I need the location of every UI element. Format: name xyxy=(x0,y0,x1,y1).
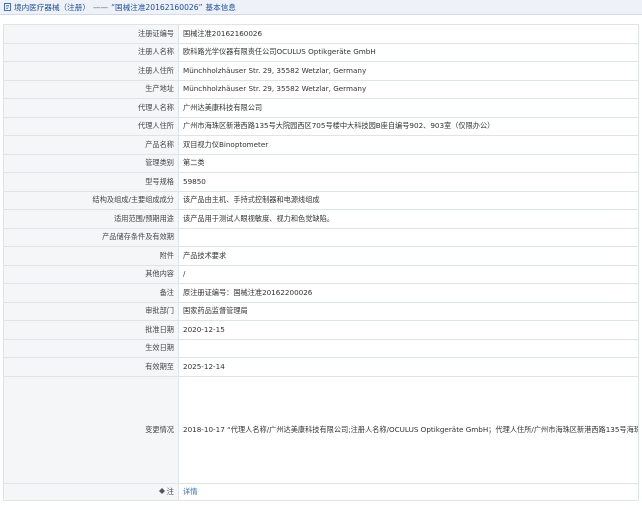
registration-detail-table: 注册证编号 国械注准20162160026 注册人名称 欧科路光学仪器有限责任公司OC… xyxy=(3,24,639,501)
document-icon xyxy=(4,3,11,11)
row-value: 第二类 xyxy=(178,153,639,173)
row-value: 产品技术要求 xyxy=(178,246,639,266)
table-row: 生效日期 xyxy=(3,338,639,358)
row-label: 产品名称 xyxy=(3,135,179,155)
table-row: 产品储存条件及有效期 xyxy=(3,227,639,247)
row-label: 审批部门 xyxy=(3,301,179,321)
page-title-separator: —— xyxy=(92,2,109,12)
row-value: 2020-12-15 xyxy=(178,320,639,340)
row-label: 附件 xyxy=(3,246,179,266)
row-label: 型号规格 xyxy=(3,172,179,192)
page-title-suffix: 基本信息 xyxy=(205,2,236,12)
row-value: 原注册证编号：国械注准20162200026 xyxy=(178,283,639,303)
row-label: 注册人名称 xyxy=(3,42,179,62)
row-label: 结构及组成/主要组成成分 xyxy=(3,190,179,210)
row-label-note: 注 xyxy=(3,482,179,501)
table-row-change-history: 变更情况 2018-10-17 “代理人名称/广州达美康科技有限公司;注册人名称… xyxy=(3,375,639,484)
diamond-note-icon xyxy=(158,487,165,494)
table-row: 审批部门 国家药品监督管理局 xyxy=(3,301,639,321)
row-label: 注册证编号 xyxy=(3,24,179,44)
row-label: 产品储存条件及有效期 xyxy=(3,227,179,247)
row-value-note: 详情 xyxy=(178,482,639,501)
table-row: 批准日期 2020-12-15 xyxy=(3,320,639,340)
row-value: Münchholzhäuser Str. 29, 35582 Wetzlar, … xyxy=(178,61,639,81)
page-title-registration-no: “国械注准20162160026” xyxy=(111,2,203,12)
row-label: 生效日期 xyxy=(3,338,179,358)
table-row-note: 注 详情 xyxy=(3,482,639,501)
row-label: 变更情况 xyxy=(3,375,179,484)
page-title-category: 境内医疗器械（注册） xyxy=(14,2,90,12)
table-row: 注册人住所 Münchholzhäuser Str. 29, 35582 Wetz… xyxy=(3,61,639,81)
table-row: 管理类别 第二类 xyxy=(3,153,639,173)
page-title-bar: 境内医疗器械（注册） —— “国械注准20162160026” 基本信息 xyxy=(0,0,642,15)
row-label: 备注 xyxy=(3,283,179,303)
table-row: 其他内容 / xyxy=(3,264,639,284)
row-label: 生产地址 xyxy=(3,79,179,99)
table-row: 型号规格 59850 xyxy=(3,172,639,192)
change-history-text: 2018-10-17 “代理人名称/广州达美康科技有限公司;注册人名称/OCUL… xyxy=(178,375,639,484)
table-row: 备注 原注册证编号：国械注准20162200026 xyxy=(3,283,639,303)
table-row: 有效期至 2025-12-14 xyxy=(3,357,639,377)
row-value: / xyxy=(178,264,639,284)
row-value xyxy=(178,338,639,358)
row-value: 广州市海珠区新港西路135号大院园西区705号楼中大科技园B座自编号902、90… xyxy=(178,116,639,136)
row-label: 适用范围/预期用途 xyxy=(3,209,179,229)
row-value: 广州达美康科技有限公司 xyxy=(178,98,639,118)
row-label: 代理人住所 xyxy=(3,116,179,136)
row-value: 国械注准20162160026 xyxy=(178,24,639,44)
row-value: Münchholzhäuser Str. 29, 35582 Wetzlar, … xyxy=(178,79,639,99)
table-row: 附件 产品技术要求 xyxy=(3,246,639,266)
row-value xyxy=(178,227,639,247)
row-value: 欧科路光学仪器有限责任公司OCULUS Optikgeräte GmbH xyxy=(178,42,639,62)
row-label: 有效期至 xyxy=(3,357,179,377)
row-label: 批准日期 xyxy=(3,320,179,340)
details-link[interactable]: 详情 xyxy=(183,487,197,496)
table-row: 生产地址 Münchholzhäuser Str. 29, 35582 Wetzl… xyxy=(3,79,639,99)
row-value: 该产品由主机、手持式控制器和电源线组成 xyxy=(178,190,639,210)
detail-container: 注册证编号 国械注准20162160026 注册人名称 欧科路光学仪器有限责任公司OC… xyxy=(0,15,642,501)
row-value: 59850 xyxy=(178,172,639,192)
table-row: 产品名称 双目视力仪Binoptometer xyxy=(3,135,639,155)
row-label: 代理人名称 xyxy=(3,98,179,118)
row-label: 其他内容 xyxy=(3,264,179,284)
table-row: 代理人名称 广州达美康科技有限公司 xyxy=(3,98,639,118)
note-label: 注 xyxy=(166,486,174,496)
row-label: 注册人住所 xyxy=(3,61,179,81)
row-value: 双目视力仪Binoptometer xyxy=(178,135,639,155)
table-row: 结构及组成/主要组成成分 该产品由主机、手持式控制器和电源线组成 xyxy=(3,190,639,210)
row-label: 管理类别 xyxy=(3,153,179,173)
row-value: 该产品用于测试人眼视敏度、视力和色觉缺陷。 xyxy=(178,209,639,229)
row-value: 国家药品监督管理局 xyxy=(178,301,639,321)
table-row: 代理人住所 广州市海珠区新港西路135号大院园西区705号楼中大科技园B座自编号9… xyxy=(3,116,639,136)
table-row: 注册证编号 国械注准20162160026 xyxy=(3,24,639,44)
table-row: 注册人名称 欧科路光学仪器有限责任公司OCULUS Optikgeräte Gmb… xyxy=(3,42,639,62)
row-value: 2025-12-14 xyxy=(178,357,639,377)
table-row: 适用范围/预期用途 该产品用于测试人眼视敏度、视力和色觉缺陷。 xyxy=(3,209,639,229)
